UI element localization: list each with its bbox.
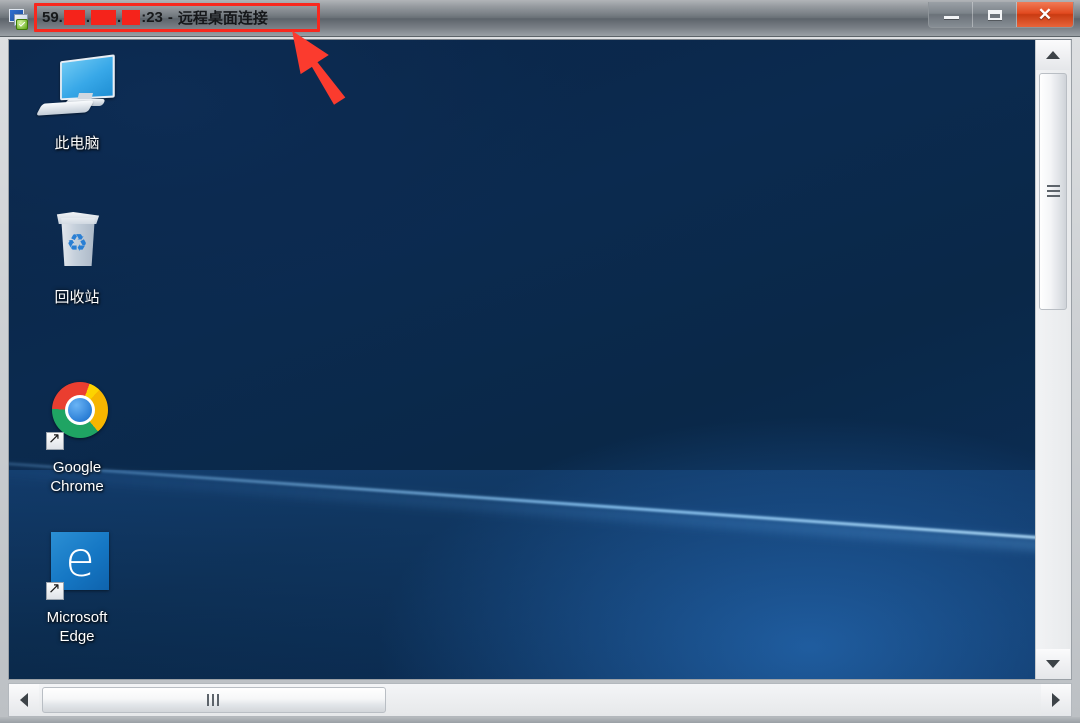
scroll-left-arrow[interactable] — [9, 684, 39, 716]
title-ip-dot-2: . — [117, 9, 122, 26]
chevron-down-icon — [1046, 660, 1060, 668]
desktop-icon-label: 回收站 — [54, 289, 100, 306]
vertical-scroll-thumb[interactable] — [1039, 73, 1067, 310]
window-bottom-edge — [0, 717, 1080, 723]
chevron-right-icon — [1052, 693, 1060, 707]
remote-desktop-surface[interactable]: 此电脑 ♻ 回收站 ↗ Google Chrome e ↗ Microsoft … — [9, 40, 1035, 679]
shortcut-arrow-icon — [46, 429, 64, 450]
this-pc-icon — [35, 54, 116, 126]
google-chrome-icon — [38, 380, 116, 450]
desktop-icon-label-line1: Google — [52, 459, 102, 476]
minimize-icon — [944, 16, 959, 19]
bin-lid-shape — [56, 212, 100, 224]
horizontal-scrollbar[interactable] — [8, 683, 1072, 717]
desktop-icon-label-line2: Edge — [59, 628, 95, 646]
title-separator: - — [167, 9, 173, 26]
redaction-block-1 — [63, 10, 85, 25]
desktop-icon-label: 此电脑 — [54, 135, 100, 152]
remote-desktop-window: 59. . . :23 - 远程桌面连接 ✕ 此电脑 ♻ 回收站 ↗ Googl… — [0, 0, 1080, 723]
title-app-name: 远程桌面连接 — [177, 10, 268, 27]
screenshot-root: 59. . . :23 - 远程桌面连接 ✕ 此电脑 ♻ 回收站 ↗ Googl… — [0, 0, 1080, 723]
desktop-icon-this-pc[interactable]: 此电脑 — [21, 54, 133, 153]
desktop-icon-google-chrome[interactable]: Google Chrome — [21, 380, 133, 496]
recycle-symbol-icon: ♻ — [66, 230, 88, 257]
chevron-up-icon — [1046, 51, 1060, 59]
microsoft-edge-icon: e — [38, 530, 116, 600]
scroll-thumb-grip — [207, 694, 222, 706]
connected-badge-icon — [16, 19, 28, 30]
chevron-left-icon — [20, 693, 28, 707]
desktop-icon-label-line1: Microsoft — [46, 609, 108, 626]
desktop-icon-recycle-bin[interactable]: ♻ 回收站 — [21, 210, 133, 307]
desktop-icon-label-line2: Chrome — [50, 478, 104, 496]
scroll-up-arrow[interactable] — [1036, 40, 1070, 70]
restore-button[interactable] — [973, 2, 1017, 27]
vertical-scrollbar[interactable] — [1035, 40, 1071, 679]
window-title-bar[interactable]: 59. . . :23 - 远程桌面连接 ✕ — [0, 0, 1080, 37]
title-ip-prefix: 59. — [42, 9, 63, 26]
remote-session-client-area: 此电脑 ♻ 回收站 ↗ Google Chrome e ↗ Microsoft … — [8, 39, 1072, 680]
window-title: 59. . . :23 - 远程桌面连接 — [42, 7, 268, 28]
minimize-button[interactable] — [929, 2, 973, 27]
restore-icon — [988, 10, 1002, 20]
title-ip-dot-1: . — [85, 9, 91, 26]
title-port: :23 — [141, 9, 163, 26]
recycle-bin-icon: ♻ — [38, 210, 116, 280]
redaction-block-3 — [122, 10, 141, 25]
close-icon: ✕ — [1037, 4, 1053, 24]
keyboard-shape — [35, 100, 95, 116]
remote-desktop-icon[interactable] — [7, 7, 29, 30]
scroll-thumb-grip — [1047, 184, 1060, 199]
caption-buttons: ✕ — [928, 2, 1074, 28]
horizontal-scroll-thumb[interactable] — [42, 687, 386, 713]
shortcut-arrow-icon — [46, 579, 64, 600]
close-button[interactable]: ✕ — [1017, 2, 1073, 27]
chrome-blue-center — [68, 398, 92, 422]
desktop-icon-microsoft-edge[interactable]: e Microsoft Edge — [21, 530, 133, 646]
redaction-block-2 — [91, 10, 117, 25]
scroll-right-arrow[interactable] — [1041, 684, 1071, 716]
scroll-down-arrow[interactable] — [1036, 649, 1070, 679]
